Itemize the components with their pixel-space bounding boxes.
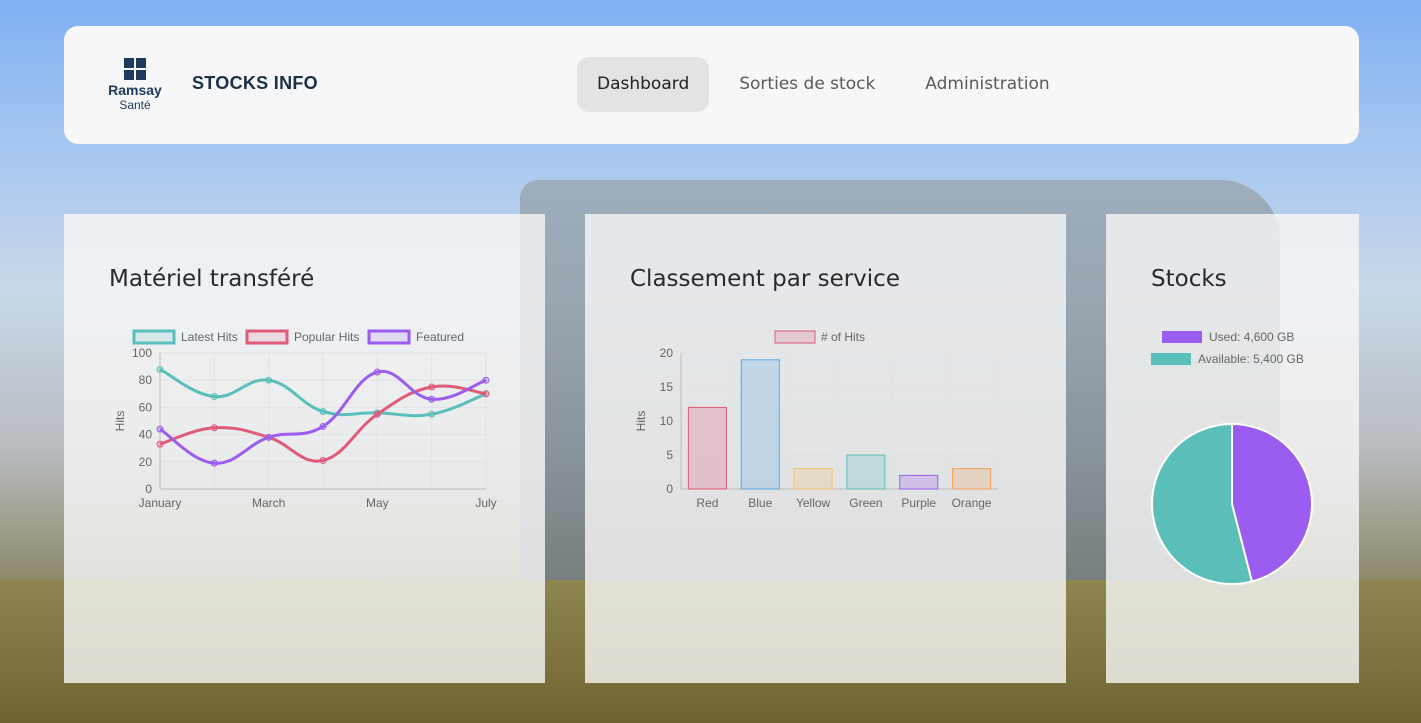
y-tick-label: 80 [139, 373, 153, 387]
legend-swatch [1151, 353, 1191, 365]
bar [687, 406, 727, 490]
legend-swatch [1162, 331, 1202, 343]
legend-swatch [132, 329, 176, 345]
bar-chart: 0 5 10 15 20 Hits # of Hits Red Blue Yellow Green P… [634, 330, 999, 510]
data-point [482, 376, 490, 384]
y-tick-label: 20 [660, 346, 674, 360]
top-navbar: Ramsay Santé STOCKS INFO Dashboard Sorti… [64, 26, 1359, 144]
data-point [265, 433, 273, 441]
nav-item-dashboard[interactable]: Dashboard [577, 57, 710, 112]
data-point [156, 440, 164, 448]
legend-swatch [774, 330, 816, 344]
x-tick-label: Yellow [796, 496, 831, 510]
y-tick-label: 100 [132, 346, 152, 360]
legend-label: # of Hits [821, 330, 865, 344]
x-tick-label: Blue [748, 496, 772, 510]
data-point [319, 407, 327, 415]
line-chart: 0 20 40 60 80 100 January March May July Hits Lates… [113, 329, 497, 510]
x-tick-label: January [139, 496, 182, 510]
data-point [210, 393, 218, 401]
x-tick-label: Orange [952, 496, 992, 510]
ramsay-logo[interactable]: Ramsay Santé [104, 58, 166, 112]
y-tick-label: 5 [666, 448, 673, 462]
x-tick-label: Red [696, 496, 718, 510]
nav-item-sorties-de-stock[interactable]: Sorties de stock [719, 57, 895, 112]
x-tick-label: March [252, 496, 285, 510]
logo-mark-icon [124, 58, 146, 80]
data-point [210, 424, 218, 432]
card-stocks: Stocks Used: 4,600 GB Available: 5,400 GB [1106, 214, 1359, 683]
y-axis-label: Hits [113, 411, 127, 432]
bar [846, 454, 886, 490]
data-point [156, 425, 164, 433]
data-point [319, 422, 327, 430]
y-tick-label: 0 [666, 482, 673, 496]
data-point [265, 376, 273, 384]
y-tick-label: 20 [139, 455, 153, 469]
card-ranking: Classement par service 0 5 10 15 20 Hits # of … [585, 214, 1066, 683]
legend-label: Popular Hits [294, 330, 359, 344]
data-point [319, 456, 327, 464]
legend-label: Used: 4,600 GB [1209, 330, 1294, 344]
data-point [210, 459, 218, 467]
y-tick-label: 0 [145, 482, 152, 496]
x-tick-label: Green [849, 496, 882, 510]
legend-label: Latest Hits [181, 330, 238, 344]
legend-label: Featured [416, 330, 464, 344]
x-tick-label: July [475, 496, 496, 510]
data-point [482, 390, 490, 398]
nav-item-administration[interactable]: Administration [905, 57, 1069, 112]
logo-name: Ramsay [108, 82, 162, 98]
data-point [156, 365, 164, 373]
y-axis-label: Hits [634, 411, 648, 432]
bar [793, 468, 833, 490]
bar [952, 468, 992, 490]
data-point [373, 368, 381, 376]
legend-swatch [367, 329, 411, 345]
y-tick-label: 60 [139, 400, 153, 414]
nav-menu: Dashboard Sorties de stock Administratio… [577, 57, 1080, 112]
x-tick-label: May [366, 496, 389, 510]
app-title: STOCKS INFO [192, 73, 318, 93]
legend-label: Available: 5,400 GB [1198, 352, 1304, 366]
bar [740, 359, 780, 490]
data-point [373, 410, 381, 418]
logo-sub: Santé [119, 98, 151, 112]
data-point [428, 395, 436, 403]
bar [899, 474, 939, 490]
x-tick-label: Purple [901, 496, 936, 510]
y-tick-label: 15 [660, 380, 674, 394]
legend-swatch [245, 329, 289, 345]
pie-chart: Used: 4,600 GB Available: 5,400 GB [1151, 330, 1313, 585]
data-point [428, 383, 436, 391]
data-point [428, 410, 436, 418]
y-tick-label: 10 [660, 414, 674, 428]
y-tick-label: 40 [139, 428, 153, 442]
card-transfer: Matériel transféré 0 20 40 60 80 100 January Ma… [64, 214, 545, 683]
